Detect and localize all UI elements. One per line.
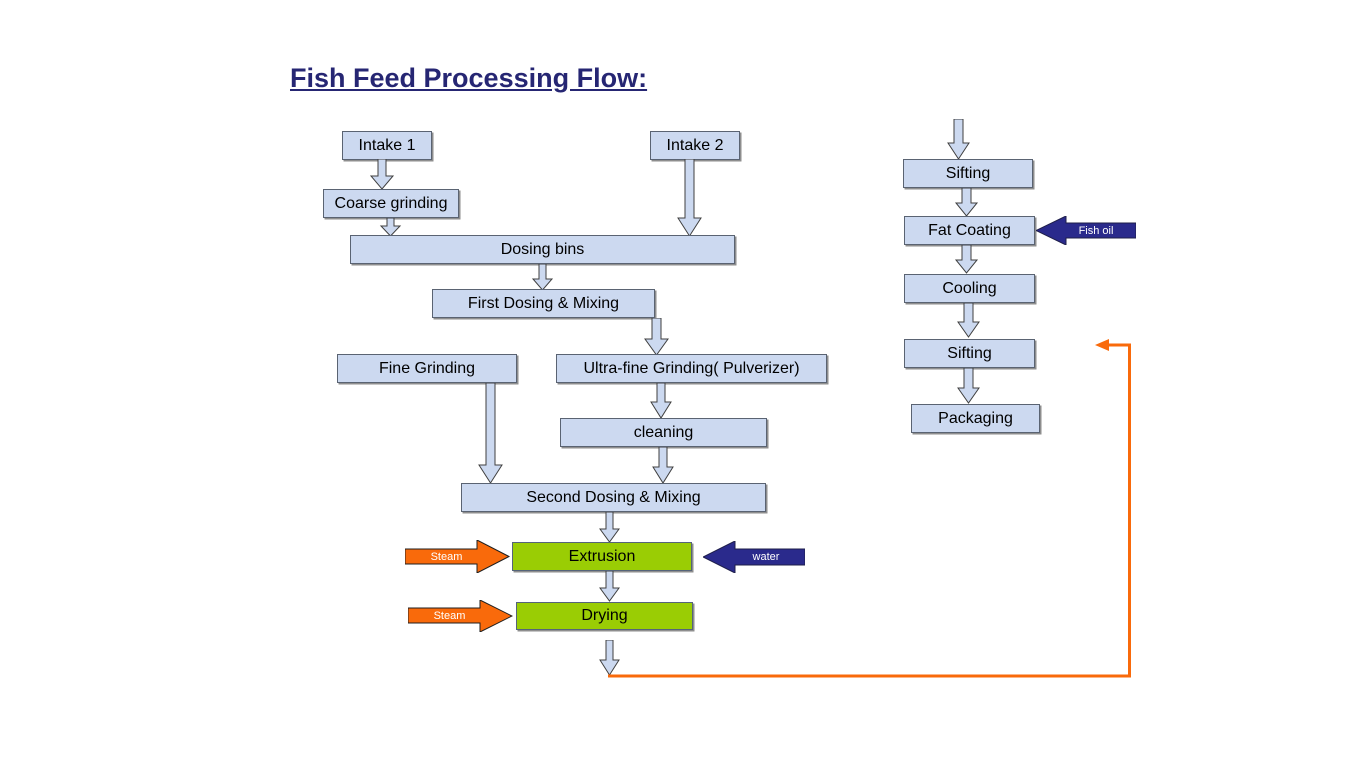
arrow-fat-coating-to-cooling bbox=[954, 245, 980, 274]
box-fine-grinding-label: Fine Grinding bbox=[378, 359, 476, 377]
box-coarse-grinding-label: Coarse grinding bbox=[334, 194, 448, 212]
box-intake-1[interactable]: Intake 1 bbox=[342, 131, 432, 160]
box-fine-grinding[interactable]: Fine Grinding bbox=[337, 354, 517, 383]
arrow-fish-oil-to-fat-coating: Fish oil bbox=[1036, 216, 1136, 245]
box-intake-2-label: Intake 2 bbox=[666, 136, 724, 154]
box-sifting-1-label: Sifting bbox=[945, 164, 991, 182]
box-first-dosing-mixing[interactable]: First Dosing & Mixing bbox=[432, 289, 655, 318]
box-cooling-label: Cooling bbox=[942, 279, 997, 297]
recycle-connector-line bbox=[595, 335, 1155, 690]
box-intake-1-label: Intake 1 bbox=[358, 136, 416, 154]
box-cooling[interactable]: Cooling bbox=[904, 274, 1035, 303]
box-dosing-bins-label: Dosing bins bbox=[500, 240, 585, 258]
box-dosing-bins[interactable]: Dosing bins bbox=[350, 235, 735, 264]
arrow-recycle-to-sifting-1 bbox=[946, 119, 972, 160]
box-intake-2[interactable]: Intake 2 bbox=[650, 131, 740, 160]
box-first-dosing-mixing-label: First Dosing & Mixing bbox=[467, 294, 620, 312]
arrow-dosing-bins-to-first-mixing bbox=[531, 264, 555, 291]
arrow-intake2-to-dosing-bins bbox=[676, 159, 704, 237]
arrow-steam-to-drying: Steam bbox=[408, 600, 513, 632]
box-fat-coating[interactable]: Fat Coating bbox=[904, 216, 1035, 245]
box-coarse-grinding[interactable]: Coarse grinding bbox=[323, 189, 459, 218]
diagram-canvas: Fish Feed Processing Flow: Intake 1 Coar… bbox=[0, 0, 1366, 768]
arrow-fine-grinding-to-second-mixing bbox=[477, 383, 505, 484]
arrow-cooling-to-sifting-2 bbox=[956, 303, 982, 338]
box-fat-coating-label: Fat Coating bbox=[928, 221, 1011, 239]
box-sifting-1[interactable]: Sifting bbox=[903, 159, 1033, 188]
arrow-steam-to-extrusion: Steam bbox=[405, 540, 510, 573]
arrow-intake1-to-coarse-grinding bbox=[369, 159, 395, 190]
arrow-sifting1-to-fat-coating bbox=[954, 188, 980, 217]
page-title: Fish Feed Processing Flow: bbox=[290, 63, 648, 93]
